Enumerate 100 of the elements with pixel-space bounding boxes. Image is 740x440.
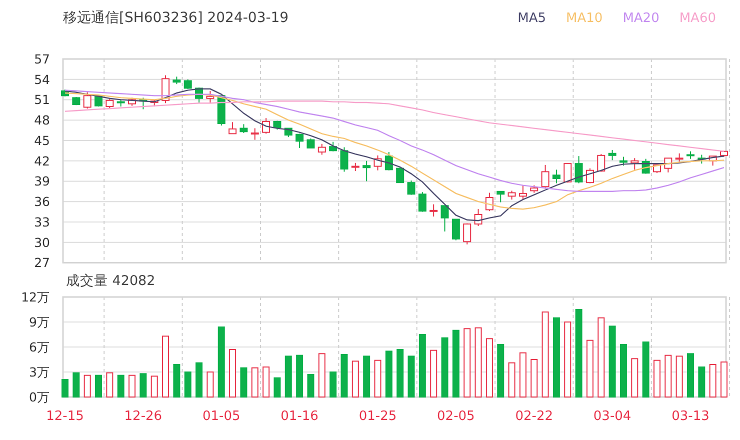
- axis-label: 0万: [29, 390, 50, 404]
- candlestick: [407, 180, 416, 196]
- candlestick: [496, 190, 505, 203]
- axis-label: 36: [34, 194, 50, 210]
- volume-bar: [508, 362, 516, 398]
- volume-bar: [240, 367, 248, 398]
- candlestick: [708, 156, 717, 166]
- candlestick: [474, 208, 482, 227]
- axis-label: 54: [34, 72, 50, 87]
- volume-bar: [464, 328, 471, 398]
- volume-bar: [128, 374, 136, 398]
- date-label: 01-25: [358, 409, 397, 424]
- volume-bar: [698, 366, 706, 398]
- volume-bar: [140, 373, 147, 398]
- volume-bar: [184, 372, 192, 398]
- volume-bar: [84, 374, 91, 398]
- date-label: 12-26: [124, 409, 162, 424]
- volume-bar: [452, 330, 460, 398]
- volume-bar: [330, 372, 337, 398]
- candlestick: [318, 143, 326, 156]
- volume-bar: [352, 360, 359, 398]
- candlestick: [195, 87, 204, 103]
- candlestick: [306, 138, 315, 148]
- volume-bar: [296, 354, 304, 398]
- volume-bar: [396, 349, 404, 398]
- volume-bar: [340, 354, 348, 398]
- volume-bar: [150, 376, 158, 398]
- candlestick: [518, 184, 527, 200]
- candlestick: [720, 150, 728, 158]
- volume-bar: [620, 344, 627, 398]
- axis-label: 57: [34, 52, 50, 66]
- volume-bar: [408, 356, 415, 398]
- candlestick: [273, 120, 282, 130]
- candlestick: [351, 162, 360, 172]
- volume-bar: [274, 377, 281, 398]
- candlestick: [240, 124, 248, 134]
- axis-label: 51: [34, 92, 50, 108]
- volume-bar: [318, 353, 326, 398]
- chart-title: 移远通信[SH603236] 2024-03-19: [63, 9, 289, 27]
- axis-label: 27: [34, 255, 50, 270]
- volume-bar: [608, 326, 616, 398]
- volume-bar: [95, 374, 102, 398]
- candlestick: [284, 128, 292, 138]
- volume-bar: [374, 360, 382, 398]
- volume-bar: [106, 372, 114, 398]
- candlestick: [541, 164, 550, 190]
- axis-label: 39: [34, 174, 50, 189]
- volume-bar: [262, 366, 270, 398]
- volume-bar: [196, 362, 203, 398]
- axis-label: 33: [34, 214, 50, 230]
- candlestick: [150, 99, 158, 108]
- date-label: 02-22: [515, 409, 553, 424]
- volume-bar: [62, 379, 68, 398]
- date-label: 12-15: [46, 409, 84, 424]
- candlestick: [485, 192, 494, 212]
- volume-bar: [363, 356, 370, 398]
- candlestick: [83, 92, 92, 110]
- candlestick: [608, 149, 616, 161]
- candlestick: [440, 205, 449, 232]
- candlestick: [508, 190, 516, 200]
- candlestick: [664, 158, 672, 173]
- axis-label: 45: [34, 132, 50, 148]
- candlestick: [250, 128, 259, 140]
- axis-label: 6万: [29, 340, 50, 354]
- volume-bar: [173, 364, 180, 398]
- candlestick: [329, 141, 338, 152]
- volume-bar: [497, 344, 504, 398]
- volume-bar: [653, 360, 660, 398]
- volume-bar: [530, 359, 538, 398]
- volume-bar: [206, 372, 214, 398]
- volume-bar: [418, 334, 426, 398]
- candlestick: [463, 222, 472, 245]
- volume-bar: [631, 358, 638, 398]
- candlestick: [228, 122, 237, 134]
- volume-label: 成交量 42082: [66, 272, 156, 290]
- volume-bar: [229, 349, 236, 398]
- candlestick: [296, 133, 304, 148]
- volume-bar: [218, 326, 225, 398]
- candlestick: [72, 96, 80, 106]
- candlestick: [452, 218, 460, 241]
- candlestick: [619, 156, 628, 166]
- candlestick: [162, 74, 170, 104]
- axis-label: 42: [34, 153, 50, 168]
- legend-label: MA60: [679, 10, 716, 26]
- volume-bar: [709, 364, 716, 398]
- volume-bar: [642, 342, 650, 398]
- candlestick: [384, 152, 393, 171]
- date-label: 01-16: [280, 409, 318, 424]
- legend-label: MA5: [518, 10, 546, 26]
- date-label: 03-04: [593, 409, 632, 424]
- candlestick: [574, 156, 583, 184]
- volume-bar: [72, 372, 80, 398]
- candlestick: [675, 152, 684, 162]
- legend-label: MA20: [622, 10, 660, 26]
- volume-bar: [519, 352, 526, 398]
- candlestick: [698, 154, 706, 164]
- volume-bar: [676, 356, 683, 398]
- volume-bar: [664, 354, 672, 398]
- volume-bar: [307, 374, 314, 398]
- candlestick: [206, 90, 214, 103]
